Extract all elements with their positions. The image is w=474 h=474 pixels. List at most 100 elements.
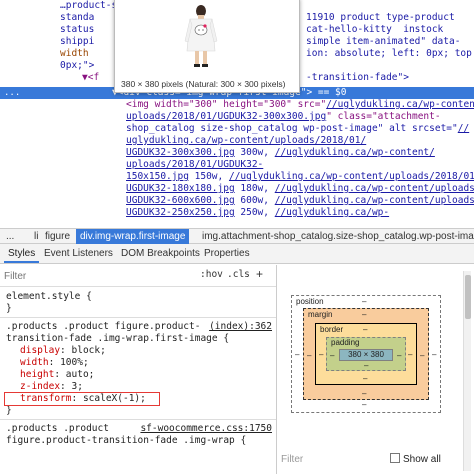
- prop-name[interactable]: z-index: [20, 381, 60, 392]
- margin-left-value[interactable]: –: [307, 351, 311, 360]
- border-label: border: [320, 325, 344, 334]
- position-left-value[interactable]: –: [295, 350, 299, 359]
- box-model-content[interactable]: 380 × 380: [339, 349, 393, 361]
- position-right-value[interactable]: –: [432, 350, 436, 359]
- prop-name[interactable]: display: [20, 345, 60, 356]
- dom-line[interactable]: uploads/2018/01/UGDUK32-: [126, 159, 263, 171]
- hover-state-toggle[interactable]: :hov: [200, 269, 223, 280]
- dom-line[interactable]: uploads/2018/01/UGDUK32-300x300.jpg" cla…: [126, 111, 441, 123]
- padding-right-value[interactable]: –: [397, 351, 401, 360]
- checkbox-icon[interactable]: [390, 453, 400, 463]
- position-bottom-value[interactable]: –: [362, 400, 366, 409]
- border-bottom-value[interactable]: –: [363, 374, 367, 383]
- dom-link[interactable]: UGDUK32-600x600.jpg: [126, 195, 235, 206]
- dom-line[interactable]: 0px;">: [60, 60, 94, 72]
- dom-text: -transition-fade">: [306, 72, 409, 83]
- class-toggle[interactable]: .cls: [227, 269, 250, 280]
- dom-text: 250w,: [234, 207, 275, 218]
- css-property-display[interactable]: display: block;: [20, 345, 106, 357]
- border-top-value[interactable]: –: [363, 325, 367, 334]
- position-label: position: [296, 297, 324, 306]
- dom-link[interactable]: //: [458, 123, 469, 134]
- margin-bottom-value[interactable]: –: [362, 389, 366, 398]
- dom-line[interactable]: ▼<f: [82, 72, 99, 84]
- breadcrumb-img-wrap[interactable]: div.img-wrap.first-image: [76, 229, 190, 244]
- prop-name[interactable]: height: [20, 369, 54, 380]
- rule-selector[interactable]: figure.product-transition-fade .img-wrap…: [6, 435, 246, 447]
- dom-link[interactable]: //uglydukling.ca/wp-content/uploads/2018…: [275, 195, 474, 206]
- styles-scrollbar[interactable]: [463, 271, 471, 471]
- elements-dom-tree[interactable]: …product-standard product-layout- standa…: [0, 0, 474, 228]
- prop-value[interactable]: block;: [72, 345, 106, 356]
- show-all-checkbox[interactable]: Show all: [390, 452, 441, 468]
- margin-top-value[interactable]: –: [362, 310, 366, 319]
- breadcrumb-figure[interactable]: figure: [41, 229, 74, 244]
- tab-event-listeners[interactable]: Event Listeners: [40, 244, 117, 263]
- breadcrumb-more[interactable]: ...: [2, 229, 18, 244]
- rule-source-link[interactable]: (index):362: [209, 321, 272, 333]
- dom-link[interactable]: uglydukling.ca/wp-content/uploads/2018/0…: [126, 135, 366, 146]
- border-left-value[interactable]: –: [319, 350, 323, 359]
- dom-line[interactable]: simple item-animated" data-: [306, 36, 460, 48]
- dom-line[interactable]: 150x150.jpg 150w, //uglydukling.ca/wp-co…: [126, 171, 474, 183]
- tab-dom-breakpoints[interactable]: DOM Breakpoints: [117, 244, 204, 263]
- node-menu-dots[interactable]: ...: [4, 87, 20, 99]
- dom-link[interactable]: //uglydukling.ca/wp-content/: [326, 99, 474, 110]
- dom-line[interactable]: cat-hello-kitty instock: [306, 24, 443, 36]
- dom-line[interactable]: UGDUK32-180x180.jpg 180w, //uglydukling.…: [126, 183, 474, 195]
- dom-text: ion: absolute; left: 0px; top:: [306, 48, 474, 59]
- dom-link[interactable]: //uglydukling.ca/wp-content/uploads/2018…: [275, 183, 474, 194]
- scrollbar-thumb[interactable]: [465, 275, 471, 319]
- dom-text: standa: [60, 12, 95, 23]
- dom-line[interactable]: uglydukling.ca/wp-content/uploads/2018/0…: [126, 135, 366, 147]
- prop-value[interactable]: 100%;: [60, 357, 89, 368]
- dom-link[interactable]: UGDUK32-250x250.jpg: [126, 207, 235, 218]
- dom-line[interactable]: UGDUK32-250x250.jpg 250w, //uglydukling.…: [126, 207, 389, 219]
- box-model-border: border – – – – padding – – – 380 × 380: [315, 323, 417, 385]
- dom-link[interactable]: //uglydukling.ca/wp-content/uploads/2018…: [229, 171, 474, 182]
- margin-right-value[interactable]: –: [420, 351, 424, 360]
- rule-selector[interactable]: transition-fade .img-wrap.first-image {: [6, 333, 229, 345]
- dom-line[interactable]: ion: absolute; left: 0px; top:: [306, 48, 474, 60]
- dom-line[interactable]: shop_catalog size-shop_catalog wp-post-i…: [126, 123, 469, 135]
- prop-name[interactable]: width: [20, 357, 49, 368]
- styles-pane: :hov .cls + element.style { } .products …: [0, 265, 276, 474]
- dom-line[interactable]: UGDUK32-600x600.jpg 600w, //uglydukling.…: [126, 195, 474, 207]
- margin-label: margin: [308, 310, 333, 319]
- css-property-height[interactable]: height: auto;: [20, 369, 94, 381]
- prop-value[interactable]: 3;: [72, 381, 83, 392]
- padding-bottom-value[interactable]: –: [364, 361, 368, 370]
- dom-link[interactable]: //uglydukling.ca/wp-content/: [275, 147, 435, 158]
- rule-selector[interactable]: .products .product figure.product-: [6, 321, 200, 333]
- prop-value[interactable]: auto;: [66, 369, 95, 380]
- new-rule-button[interactable]: +: [256, 267, 263, 281]
- dom-line[interactable]: shippi: [60, 36, 94, 48]
- rule-source-link[interactable]: sf-woocommerce.css:1750: [140, 423, 272, 435]
- position-top-value[interactable]: –: [362, 297, 366, 306]
- styles-filter-input[interactable]: [4, 269, 184, 283]
- padding-left-value[interactable]: –: [330, 351, 334, 360]
- dom-line[interactable]: standa: [60, 12, 94, 24]
- dom-line[interactable]: width: [60, 48, 89, 60]
- dom-link[interactable]: 150x150.jpg: [126, 171, 189, 182]
- dom-link[interactable]: UGDUK32-300x300.jpg: [126, 147, 235, 158]
- product-image-preview: [171, 3, 231, 71]
- dom-link[interactable]: uploads/2018/01/UGDUK32-: [126, 159, 263, 170]
- breadcrumb-img[interactable]: img.attachment-shop_catalog.size-shop_ca…: [198, 229, 474, 244]
- rule-selector[interactable]: .products .product: [6, 423, 109, 435]
- dom-line[interactable]: UGDUK32-300x300.jpg 300w, //uglydukling.…: [126, 147, 435, 159]
- rule-close: }: [6, 303, 12, 314]
- border-right-value[interactable]: –: [408, 350, 412, 359]
- element-style-selector[interactable]: element.style {: [6, 291, 92, 303]
- dom-line[interactable]: status: [60, 24, 94, 36]
- dom-line[interactable]: <img width="300" height="300" src="//ugl…: [126, 99, 474, 111]
- dom-line[interactable]: 11910 product type-product: [306, 12, 455, 24]
- dom-link[interactable]: UGDUK32-180x180.jpg: [126, 183, 235, 194]
- dom-text: simple item-animated" data-: [306, 36, 461, 47]
- css-property-width[interactable]: width: 100%;: [20, 357, 89, 369]
- tab-properties[interactable]: Properties: [200, 244, 254, 263]
- dom-link[interactable]: //uglydukling.ca/wp-: [275, 207, 389, 218]
- tab-styles[interactable]: Styles: [4, 244, 40, 263]
- dom-line[interactable]: -transition-fade">: [306, 72, 409, 84]
- dom-link[interactable]: uploads/2018/01/UGDUK32-300x300.jpg: [126, 111, 326, 122]
